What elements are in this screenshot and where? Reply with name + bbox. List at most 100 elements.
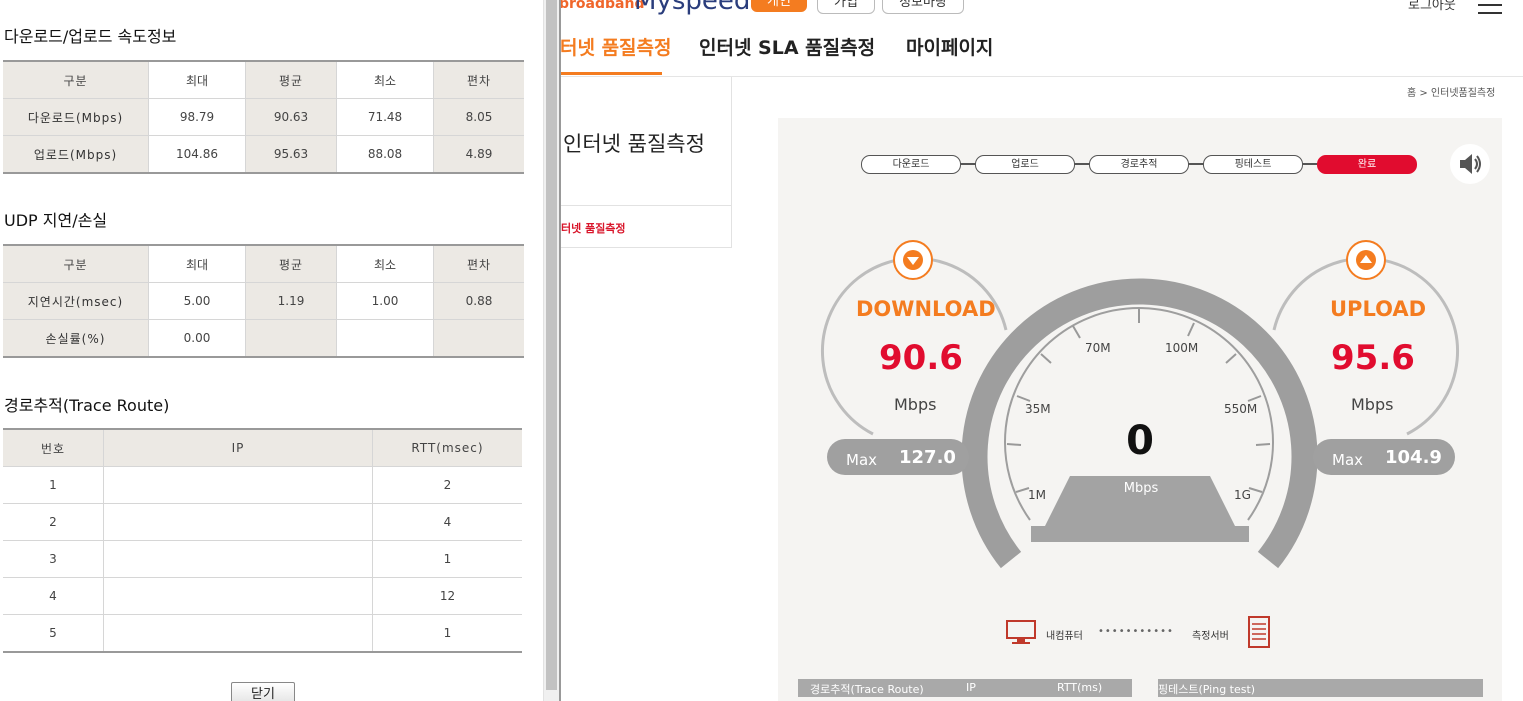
row-label: 업로드(Mbps) bbox=[3, 135, 149, 174]
cell-rtt: 2 bbox=[372, 466, 522, 504]
table-row: 3 1 bbox=[3, 540, 522, 578]
step-connector bbox=[1074, 163, 1090, 165]
logo-broadband: broadband bbox=[559, 0, 645, 12]
upload-label: UPLOAD bbox=[1330, 297, 1427, 321]
cell-avg bbox=[245, 319, 337, 358]
cell-ip bbox=[103, 614, 373, 653]
cell-min bbox=[336, 319, 434, 358]
cell-min: 71.48 bbox=[336, 98, 434, 136]
table-header: 최대 bbox=[148, 244, 246, 283]
download-max-value: 127.0 bbox=[899, 447, 956, 468]
speaker-icon bbox=[1460, 154, 1481, 174]
menu-icon[interactable] bbox=[1478, 4, 1502, 16]
cell-ip bbox=[103, 503, 373, 541]
nav-internet-quality[interactable]: 터넷 품질측정 bbox=[560, 33, 672, 60]
cell-rtt: 4 bbox=[372, 503, 522, 541]
breadcrumb: 홈 > 인터넷품질측정 bbox=[1407, 88, 1496, 99]
speed-info-table: 구분 최대 평균 최소 편차 다운로드(Mbps) 98.79 90.63 71… bbox=[3, 60, 524, 174]
cell-max: 98.79 bbox=[148, 98, 246, 136]
close-button[interactable]: 닫기 bbox=[231, 682, 295, 701]
step-connector bbox=[960, 163, 976, 165]
step-ping: 핑테스트 bbox=[1203, 155, 1303, 174]
traceroute-head-ip: IP bbox=[966, 681, 976, 694]
sound-button[interactable] bbox=[1450, 144, 1490, 184]
gauge-ticks bbox=[1006, 309, 1271, 493]
download-icon bbox=[893, 240, 933, 280]
download-value: 90.6 bbox=[879, 338, 963, 378]
table-header: 최소 bbox=[336, 244, 434, 283]
cell-dev: 4.89 bbox=[433, 135, 524, 174]
logo-myspeed[interactable]: Myspeed bbox=[634, 0, 750, 16]
cell-max: 0.00 bbox=[148, 319, 246, 358]
traceroute-title: 경로추적(Trace Route) bbox=[4, 396, 170, 415]
traceroute-table: 번호 IP RTT(msec) 1 2 2 4 3 1 4 12 5 1 bbox=[3, 428, 522, 653]
nav-internet-sla[interactable]: 인터넷 SLA 품질측정 bbox=[699, 33, 875, 60]
table-header: 편차 bbox=[433, 60, 524, 99]
my-computer-label: 내컴퓨터 bbox=[1046, 631, 1083, 642]
traceroute-head-title: 경로추적(Trace Route) bbox=[810, 683, 924, 696]
tick-label: 100M bbox=[1165, 341, 1199, 355]
download-max-badge: Max 127.0 bbox=[827, 439, 969, 475]
table-row: 2 4 bbox=[3, 503, 522, 541]
nav-mypage[interactable]: 마이페이지 bbox=[906, 33, 993, 60]
open-button[interactable]: 개인 bbox=[751, 0, 807, 12]
cell-ip bbox=[103, 577, 373, 615]
join-button[interactable]: 가입 bbox=[817, 0, 875, 14]
popup-edge bbox=[559, 0, 561, 701]
logout-link[interactable]: 로그아웃 bbox=[1408, 0, 1456, 13]
table-header: 번호 bbox=[3, 428, 104, 467]
side-menu-item-quality[interactable]: 터넷 품질측정 bbox=[561, 220, 626, 236]
table-header-row: 구분 최대 평균 최소 편차 bbox=[3, 60, 524, 99]
result-popup: 다운로드/업로드 속도정보 구분 최대 평균 최소 편차 다운로드(Mbps) … bbox=[0, 0, 543, 701]
connection-dots: ••••••••••• bbox=[1098, 626, 1174, 637]
table-header: 평균 bbox=[245, 60, 337, 99]
download-max-label: Max bbox=[846, 451, 878, 469]
cell-no: 2 bbox=[3, 503, 104, 541]
upload-icon bbox=[1346, 240, 1386, 280]
table-row: 5 1 bbox=[3, 614, 522, 653]
cell-ip bbox=[103, 540, 373, 578]
step-upload: 업로드 bbox=[975, 155, 1075, 174]
tick-label: 1G bbox=[1234, 488, 1251, 502]
tick-label: 550M bbox=[1224, 402, 1258, 416]
table-header: 평균 bbox=[245, 244, 337, 283]
table-header-row: 구분 최대 평균 최소 편차 bbox=[3, 244, 524, 283]
cell-rtt: 12 bbox=[372, 577, 522, 615]
tick-label: 70M bbox=[1085, 341, 1111, 355]
cell-no: 3 bbox=[3, 540, 104, 578]
cell-min: 88.08 bbox=[336, 135, 434, 174]
table-row: 손실률(%) 0.00 bbox=[3, 319, 524, 358]
server-label: 측정서버 bbox=[1192, 631, 1229, 642]
cell-min: 1.00 bbox=[336, 282, 434, 320]
popup-scrollbar[interactable] bbox=[543, 0, 560, 701]
udp-table: 구분 최대 평균 최소 편차 지연시간(msec) 5.00 1.19 1.00… bbox=[3, 244, 524, 358]
upload-max-label: Max bbox=[1332, 451, 1364, 469]
upload-value: 95.6 bbox=[1331, 338, 1415, 378]
table-header: 구분 bbox=[3, 60, 149, 99]
cell-avg: 95.63 bbox=[245, 135, 337, 174]
table-header: RTT(msec) bbox=[372, 428, 522, 467]
table-row: 다운로드(Mbps) 98.79 90.63 71.48 8.05 bbox=[3, 98, 524, 136]
ping-table-header: 핑테스트(Ping test) bbox=[1158, 679, 1483, 697]
cell-avg: 1.19 bbox=[245, 282, 337, 320]
gauge-unit: Mbps bbox=[1123, 481, 1159, 496]
traceroute-head-rtt: RTT(ms) bbox=[1057, 681, 1103, 694]
info-button[interactable]: 정보마당 bbox=[882, 0, 964, 14]
row-label: 다운로드(Mbps) bbox=[3, 98, 149, 136]
side-menu-divider bbox=[561, 205, 732, 206]
cell-rtt: 1 bbox=[372, 614, 522, 653]
computer-icon bbox=[1006, 620, 1036, 644]
step-connector bbox=[1302, 163, 1318, 165]
gauge-current-value: 0 bbox=[1126, 418, 1154, 464]
step-traceroute: 경로추적 bbox=[1089, 155, 1189, 174]
cell-no: 1 bbox=[3, 466, 104, 504]
download-label: DOWNLOAD bbox=[856, 297, 996, 321]
server-icon bbox=[1248, 616, 1270, 648]
table-header: 편차 bbox=[433, 244, 524, 283]
side-menu-title: 인터넷 품질측정 bbox=[563, 132, 705, 156]
cell-ip bbox=[103, 466, 373, 504]
tick-label: 1M bbox=[1028, 488, 1046, 502]
scrollbar-thumb[interactable] bbox=[546, 0, 557, 690]
download-unit: Mbps bbox=[894, 395, 937, 414]
upload-unit: Mbps bbox=[1351, 395, 1394, 414]
